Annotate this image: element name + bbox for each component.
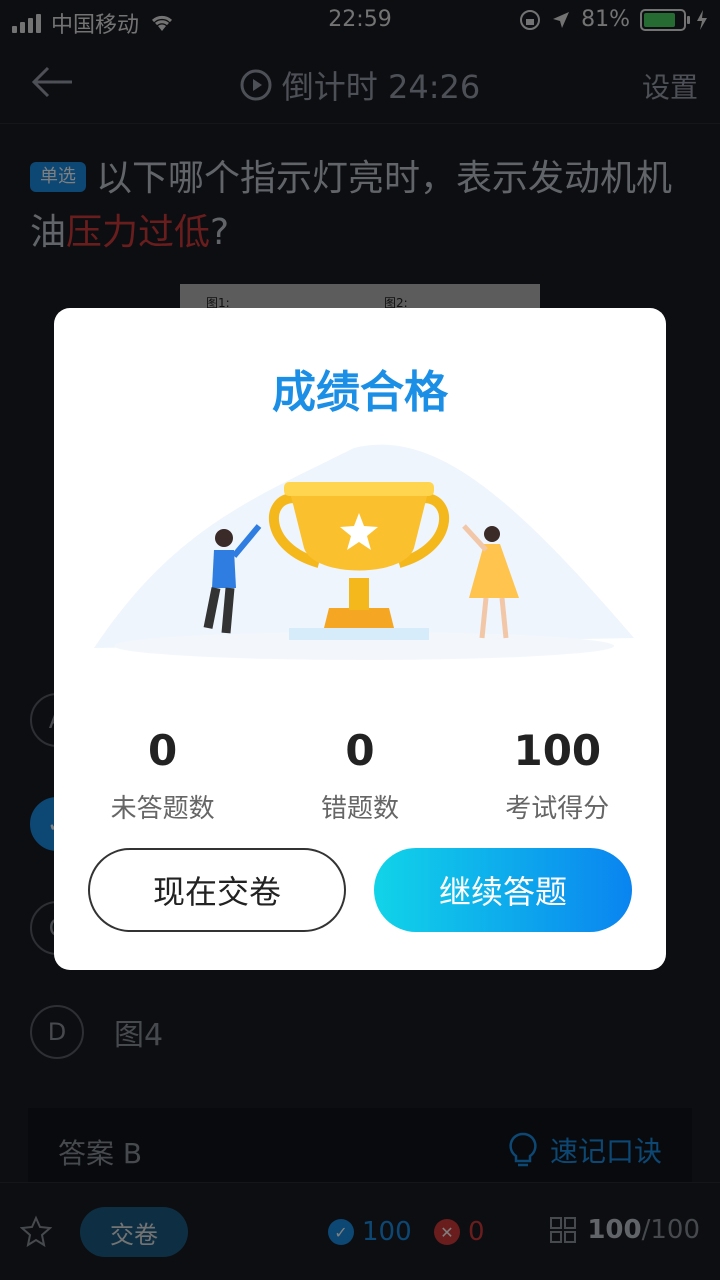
wrong-answers-label: 错题数 [320, 794, 399, 824]
wrong-answers-value: 0 [345, 726, 375, 775]
continue-answering-button[interactable]: 继续答题 [374, 848, 632, 932]
exam-score-label: 考试得分 [505, 794, 610, 824]
unanswered-label: 未答题数 [110, 794, 215, 824]
result-title: 成绩合格 [272, 367, 448, 418]
exam-score: 100 考试得分 [467, 726, 647, 825]
unanswered-count: 0 未答题数 [73, 726, 253, 825]
score-summary: 0 未答题数 0 错题数 100 考试得分 [54, 726, 666, 825]
result-dialog: 成绩合格 0 未答题数 0 错题数 100 考试得分 现在交卷 继续答题 [54, 308, 666, 970]
wrong-answers-count: 0 错题数 [270, 726, 450, 825]
submit-now-button[interactable]: 现在交卷 [88, 848, 346, 932]
unanswered-value: 0 [148, 726, 178, 775]
trophy-illustration [94, 444, 634, 660]
exam-score-value: 100 [513, 726, 602, 775]
